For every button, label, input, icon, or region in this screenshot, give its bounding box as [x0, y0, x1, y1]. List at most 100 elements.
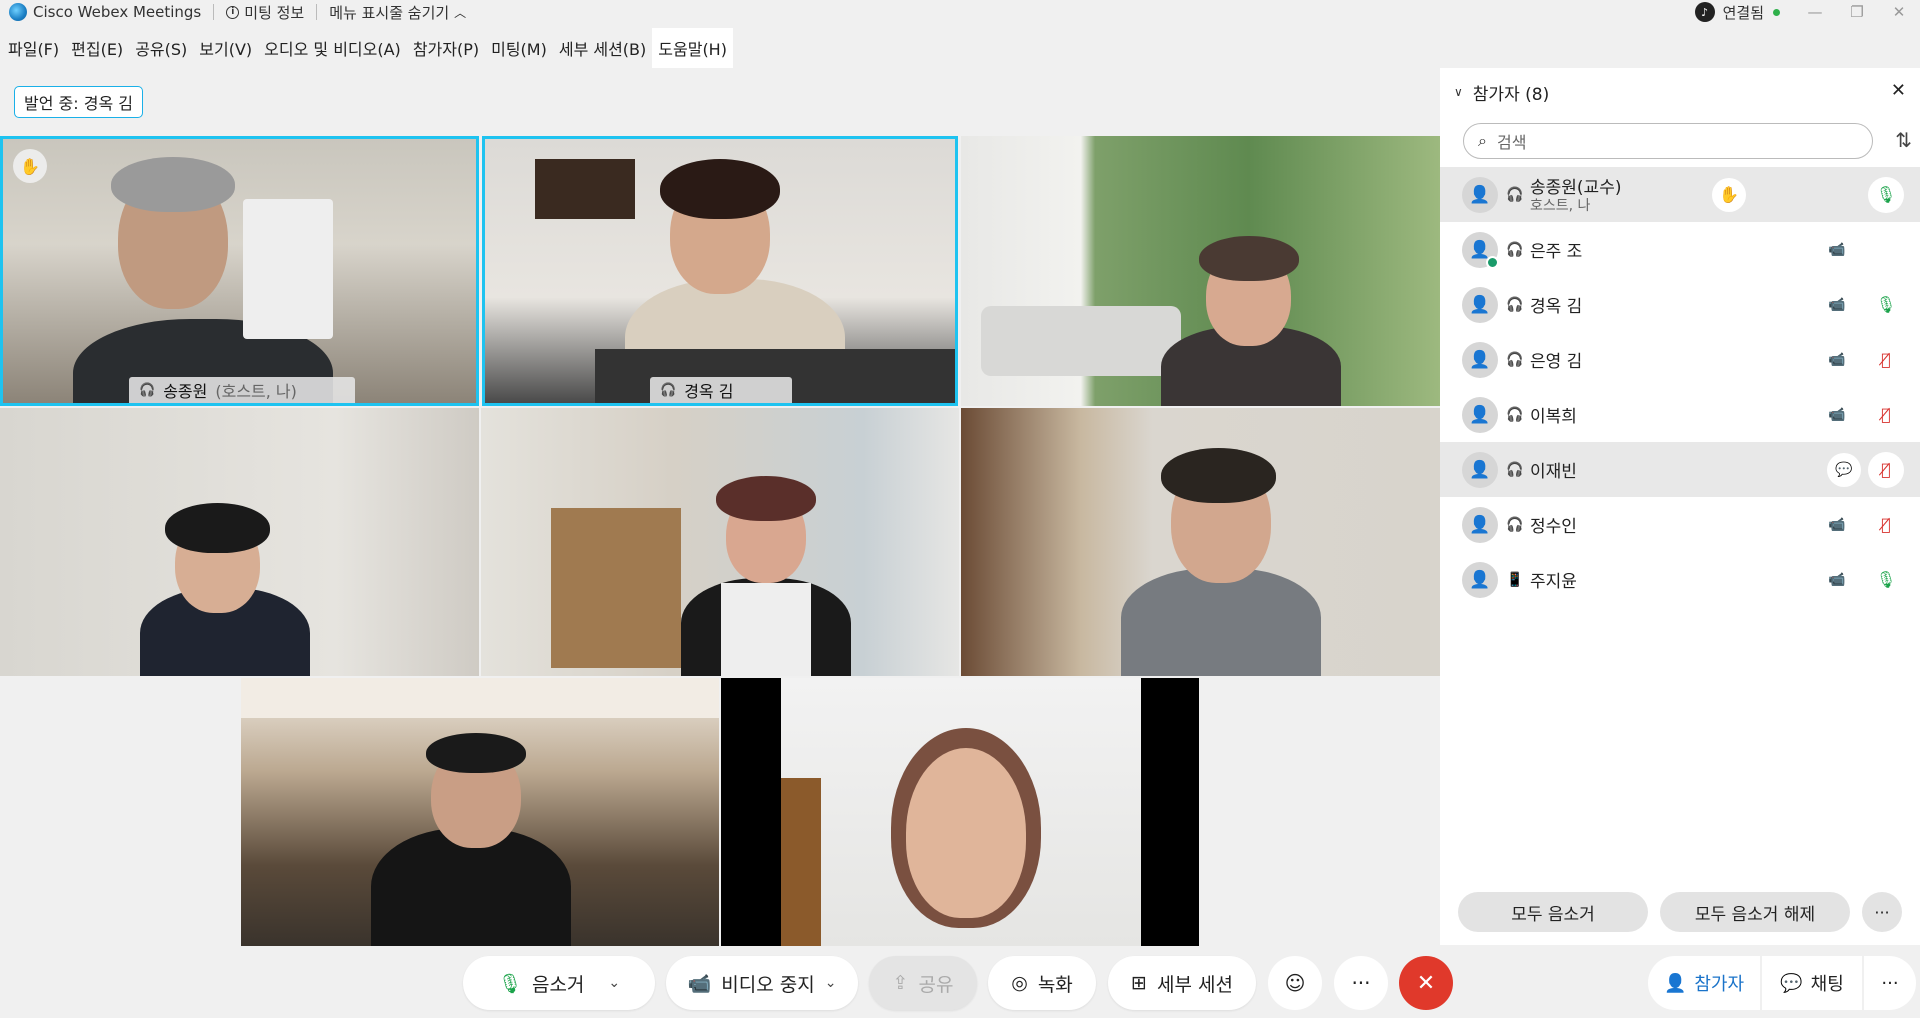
- video-camera-icon: 📹: [1828, 351, 1846, 368]
- panel-header[interactable]: ∨ 참가자 (8): [1440, 68, 1920, 116]
- divider: [316, 4, 318, 20]
- headset-icon: 🎧: [1506, 241, 1524, 258]
- participant-name: 정수인: [1530, 517, 1577, 537]
- hide-menu-button[interactable]: 메뉴 표시줄 숨기기 ︿: [329, 2, 466, 23]
- chat-icon: 💬: [1780, 972, 1803, 994]
- unmute-all-button[interactable]: 모두 음소거 해제: [1660, 892, 1850, 932]
- reactions-button[interactable]: ☺: [1268, 956, 1322, 1010]
- connection-dot-icon: [1773, 8, 1780, 16]
- menu-edit[interactable]: 편집(E): [65, 28, 129, 68]
- participant-row[interactable]: 👤 🎧 이재빈 💬 🎙̸: [1440, 442, 1920, 497]
- panel-title: 참가자 (8): [1472, 84, 1550, 105]
- more-options-button[interactable]: ···: [1334, 956, 1388, 1010]
- participant-row[interactable]: 👤 🎧 은주 조 📹: [1440, 222, 1920, 277]
- headset-icon: 🎧: [139, 382, 156, 398]
- raise-hand-icon[interactable]: ✋: [13, 149, 47, 183]
- microphone-muted-icon[interactable]: 🎙̸: [1868, 451, 1904, 488]
- participant-row[interactable]: 👤 🎧 이복희 📹 🎙̸: [1440, 387, 1920, 442]
- meeting-info-button[interactable]: i 미팅 정보: [226, 2, 304, 23]
- video-camera-icon: 📹: [1828, 516, 1846, 533]
- participant-row[interactable]: 👤 🎧 은영 김 📹 🎙̸: [1440, 332, 1920, 387]
- sort-icon[interactable]: ⇅: [1895, 128, 1912, 152]
- avatar-icon: 👤: [1462, 561, 1498, 598]
- video-camera-icon: 📹: [1828, 296, 1846, 313]
- participant-hair: [716, 476, 816, 521]
- chat-bubble-icon[interactable]: 💬: [1827, 452, 1861, 487]
- menu-breakout[interactable]: 세부 세션(B): [553, 28, 652, 68]
- mute-all-label: 모두 음소거: [1511, 904, 1595, 925]
- menu-audio-video[interactable]: 오디오 및 비디오(A): [258, 28, 407, 68]
- end-meeting-button[interactable]: ✕: [1399, 956, 1453, 1010]
- video-tile-host[interactable]: ✋ 🎧 송종원 (호스트, 나): [0, 136, 479, 406]
- participant-name: 은영 김: [1530, 352, 1583, 372]
- active-speaker-badge: 발언 중: 경옥 김: [14, 86, 143, 118]
- participant-row[interactable]: 👤 📱 주지윤 📹 🎙: [1440, 552, 1920, 607]
- menu-share[interactable]: 공유(S): [129, 28, 193, 68]
- close-window-button[interactable]: ✕: [1878, 0, 1920, 24]
- chat-panel-label: 채팅: [1810, 974, 1844, 995]
- titlebar-right: ♪ 연결됨 — ❐ ✕: [1694, 0, 1920, 24]
- headset-icon: 🎧: [1506, 516, 1524, 533]
- more-icon: ···: [1881, 972, 1899, 994]
- microphone-on-icon[interactable]: 🎙: [1868, 176, 1904, 213]
- search-icon: ⌕: [1478, 131, 1487, 150]
- video-camera-icon: 📹: [1828, 406, 1846, 423]
- video-tile-8[interactable]: [721, 678, 1199, 946]
- video-tile-speaker[interactable]: 🎧 경옥 김: [482, 136, 958, 406]
- panel-more-options-button[interactable]: ···: [1864, 956, 1916, 1010]
- record-icon: ◎: [1011, 972, 1028, 994]
- participant-row[interactable]: 👤 🎧 송종원(교수) 호스트, 나 ✋ 🎙: [1440, 167, 1920, 222]
- participant-row[interactable]: 👤 🎧 경옥 김 📹 🎙: [1440, 277, 1920, 332]
- menu-view[interactable]: 보기(V): [193, 28, 258, 68]
- share-button[interactable]: ⇪ 공유: [869, 956, 977, 1010]
- video-name-sub: (호스트, 나): [215, 382, 297, 401]
- video-tile-7[interactable]: [241, 678, 719, 946]
- webex-logo-icon: [9, 3, 27, 21]
- microphone-on-icon[interactable]: 🎙: [1868, 287, 1904, 323]
- microphone-muted-icon[interactable]: 🎙̸: [1868, 342, 1904, 378]
- hide-menu-label: 메뉴 표시줄 숨기기: [329, 3, 450, 22]
- video-name-tag: 🎧 경옥 김: [650, 377, 792, 403]
- participant-hair: [426, 733, 526, 773]
- chat-panel-button[interactable]: 💬 채팅: [1762, 956, 1862, 1010]
- record-button[interactable]: ◎ 녹화: [988, 956, 1096, 1010]
- menu-help[interactable]: 도움말(H): [652, 28, 733, 68]
- participant-hair: [1161, 448, 1276, 503]
- info-icon: i: [226, 5, 240, 19]
- menu-file[interactable]: 파일(F): [2, 28, 65, 68]
- participant-hair: [1199, 236, 1299, 281]
- headset-icon: 🎧: [1506, 186, 1524, 203]
- sofa: [981, 306, 1181, 376]
- participant-name: 이재빈: [1530, 462, 1577, 482]
- mute-all-button[interactable]: 모두 음소거: [1458, 892, 1648, 932]
- menu-meeting[interactable]: 미팅(M): [485, 28, 553, 68]
- participants-panel-label: 참가자: [1694, 974, 1745, 995]
- microphone-muted-icon[interactable]: 🎙̸: [1868, 397, 1904, 433]
- minimize-button[interactable]: —: [1794, 0, 1836, 24]
- microphone-on-icon[interactable]: 🎙: [1868, 562, 1904, 598]
- participant-row[interactable]: 👤 🎧 정수인 📹 🎙̸: [1440, 497, 1920, 552]
- meeting-info-label: 미팅 정보: [244, 3, 305, 22]
- close-panel-button[interactable]: ✕: [1891, 80, 1906, 101]
- breakout-button[interactable]: ⊞ 세부 세션: [1108, 956, 1256, 1010]
- panel-footer-more-button[interactable]: ···: [1862, 892, 1902, 932]
- avatar-icon: 👤: [1462, 506, 1498, 543]
- bookshelf: [551, 508, 681, 668]
- chevron-down-icon: ⌄: [824, 975, 837, 991]
- menu-bar: 파일(F) 편집(E) 공유(S) 보기(V) 오디오 및 비디오(A) 참가자…: [0, 28, 733, 68]
- restore-button[interactable]: ❐: [1836, 0, 1878, 24]
- mute-button[interactable]: 🎙 음소거 ⌄: [463, 956, 655, 1010]
- video-camera-icon: 📹: [1828, 571, 1846, 588]
- video-tile-3[interactable]: [961, 136, 1440, 406]
- video-tile-6[interactable]: [961, 408, 1440, 676]
- participant-head: [906, 748, 1026, 918]
- microphone-muted-icon[interactable]: 🎙̸: [1868, 507, 1904, 543]
- stop-video-button[interactable]: 📹 비디오 중지 ⌄: [666, 956, 858, 1010]
- raised-hand-icon[interactable]: ✋: [1712, 177, 1746, 212]
- connection-status: 연결됨: [1722, 3, 1764, 22]
- video-tile-4[interactable]: [0, 408, 479, 676]
- video-tile-5[interactable]: [481, 408, 959, 676]
- menu-participants[interactable]: 참가자(P): [407, 28, 485, 68]
- participants-panel-button[interactable]: 👤 참가자: [1648, 956, 1760, 1010]
- participant-search-input[interactable]: ⌕ 검색: [1463, 123, 1873, 159]
